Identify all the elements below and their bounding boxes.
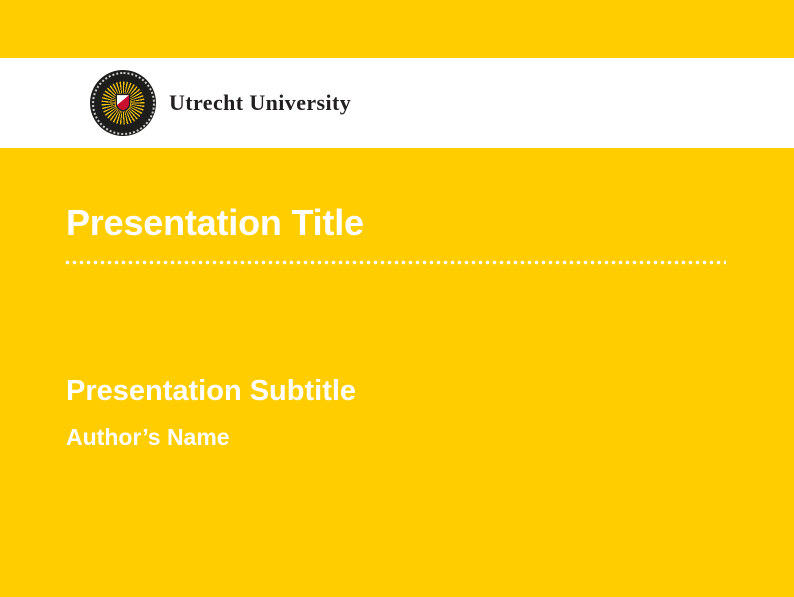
- utrecht-shield-icon: [116, 94, 131, 112]
- presentation-subtitle: Presentation Subtitle: [66, 376, 356, 408]
- author-name: Author’s Name: [66, 425, 230, 450]
- presentation-slide: Utrecht University Presentation Title Pr…: [0, 0, 794, 597]
- utrecht-university-seal-icon: [90, 70, 156, 136]
- university-wordmark: Utrecht University: [169, 90, 351, 116]
- university-brand: Utrecht University: [90, 70, 351, 136]
- dotted-divider: [64, 260, 726, 265]
- logo-band: Utrecht University: [0, 58, 794, 148]
- presentation-title: Presentation Title: [66, 203, 364, 243]
